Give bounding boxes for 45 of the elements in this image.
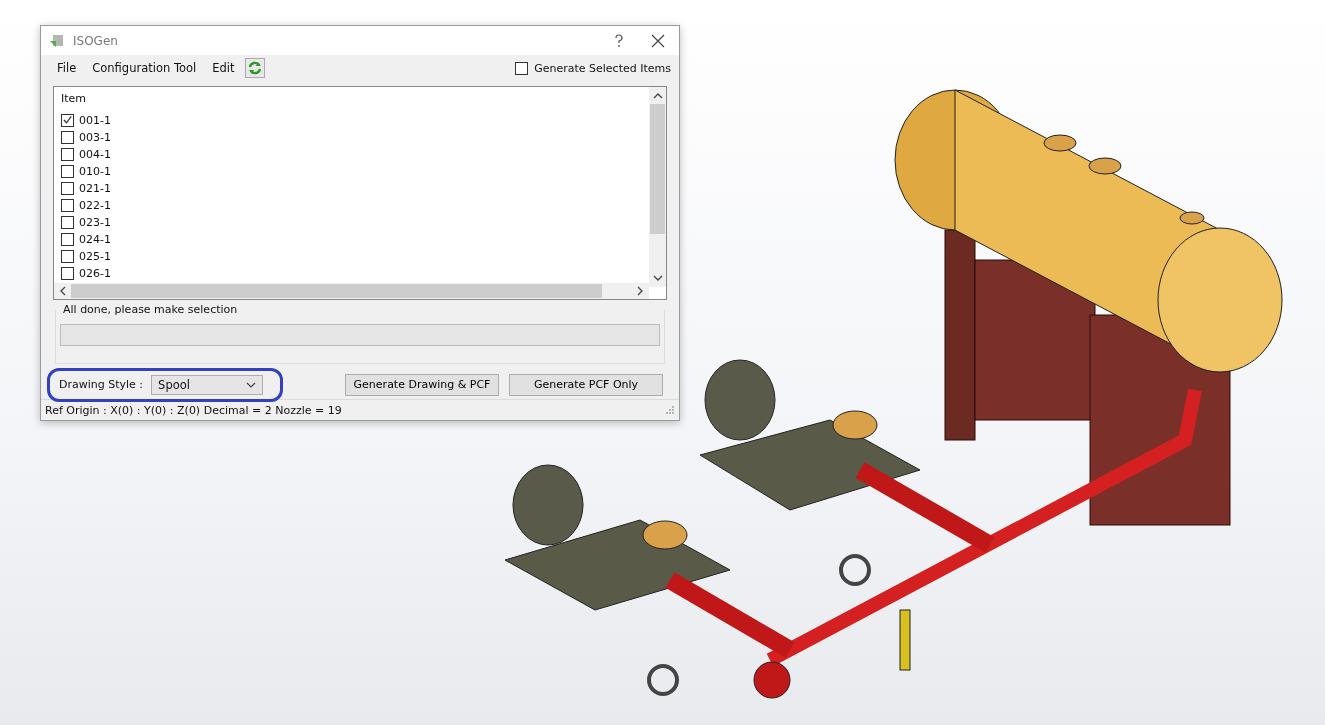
checkbox[interactable] [61, 232, 74, 246]
resize-grip-icon[interactable] [665, 405, 675, 416]
menu-item[interactable]: File [49, 61, 85, 76]
refresh-icon [247, 61, 262, 76]
drawing-style-label: Drawing Style : [59, 378, 144, 392]
scroll-right-icon[interactable] [636, 286, 644, 296]
scroll-up-icon[interactable] [652, 91, 663, 100]
list-item[interactable]: 010-1 [79, 164, 111, 178]
list-item[interactable]: 024-1 [79, 232, 111, 246]
window-title: ISOGen [73, 33, 118, 48]
list-item[interactable]: 003-1 [79, 130, 111, 144]
generate-button[interactable]: Generate PCF Only [509, 373, 663, 396]
app-icon [49, 33, 65, 48]
list-item[interactable]: 004-1 [79, 147, 111, 161]
list-item[interactable]: 025-1 [79, 249, 111, 263]
scroll-down-icon[interactable] [652, 273, 663, 282]
checkbox[interactable] [61, 147, 74, 161]
close-icon[interactable] [651, 33, 665, 48]
vertical-scrollbar[interactable] [649, 86, 666, 287]
status-text: Ref Origin : X(0) : Y(0) : Z(0) Decimal = 2 Nozzle = 19 [45, 403, 342, 417]
menu-item[interactable]: Edit [204, 61, 243, 76]
list-item[interactable]: 021-1 [79, 181, 111, 195]
generate-button[interactable]: Generate Drawing & PCF [345, 373, 499, 396]
checkbox[interactable] [61, 266, 74, 280]
refresh-button[interactable] [244, 58, 265, 79]
list-item[interactable]: 022-1 [79, 198, 111, 212]
menu-item[interactable]: Configuration Tool [84, 61, 205, 76]
checkbox[interactable] [61, 164, 74, 178]
list-item[interactable]: 001-1 [79, 113, 111, 127]
column-header: Item [61, 91, 87, 107]
drawing-style-dropdown[interactable]: Spool [151, 374, 264, 395]
checkbox[interactable] [61, 181, 74, 195]
checkbox[interactable] [61, 113, 74, 127]
checkbox[interactable] [61, 130, 74, 144]
scroll-left-icon[interactable] [59, 286, 67, 296]
horizontal-scrollbar[interactable] [54, 283, 649, 299]
help-icon[interactable] [613, 33, 625, 48]
list-item[interactable]: 023-1 [79, 215, 111, 229]
checkbox[interactable] [61, 198, 74, 212]
list-item[interactable]: 026-1 [79, 266, 111, 280]
checkbox[interactable] [61, 215, 74, 229]
checkbox[interactable] [61, 249, 74, 263]
checkbox[interactable] [515, 61, 529, 75]
checkbox-label: Generate Selected Items [534, 61, 671, 75]
caret-icon [246, 381, 257, 388]
